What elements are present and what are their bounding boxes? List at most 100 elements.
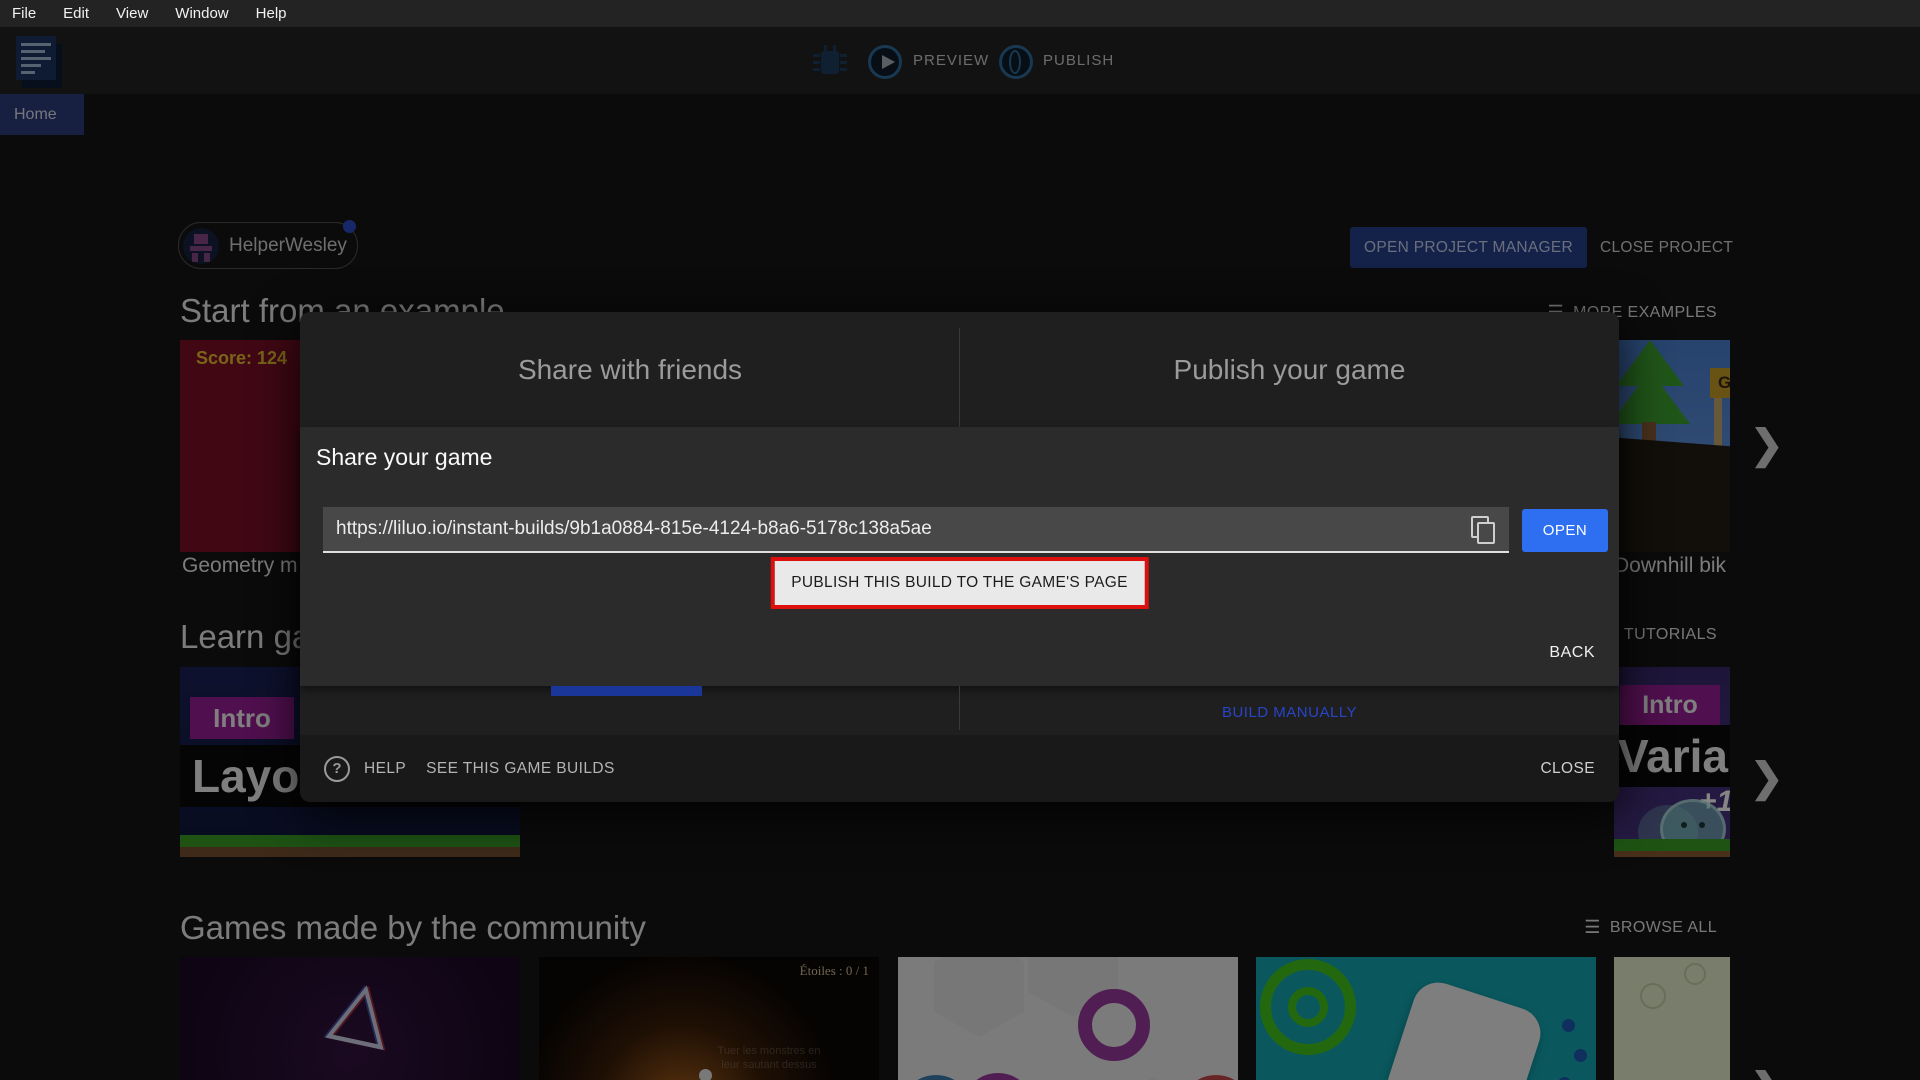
community-card-neon[interactable]: △ ◇ <box>180 957 520 1080</box>
help-icon[interactable]: ? <box>324 755 350 782</box>
avatar-pixel <box>194 233 208 244</box>
grass-strip <box>1614 839 1730 851</box>
triangle-shape: △ <box>323 958 401 1058</box>
close-dialog-button[interactable]: CLOSE <box>1540 760 1595 778</box>
tab-home-label: Home <box>14 105 57 123</box>
purple-ring <box>1078 989 1150 1061</box>
menu-help[interactable]: Help <box>256 5 287 22</box>
close-project-button[interactable]: CLOSE PROJECT <box>1600 227 1733 268</box>
avatar <box>183 227 219 264</box>
list-icon: ☰ <box>1584 917 1601 937</box>
bug-leg <box>813 61 820 64</box>
copy-icon-front <box>1477 522 1495 544</box>
avatar-pixel <box>204 252 210 262</box>
bug-body <box>821 51 839 74</box>
scroll-right-chevron-icon[interactable]: ❯ <box>1750 422 1784 468</box>
white-square <box>1380 975 1548 1080</box>
menu-edit[interactable]: Edit <box>63 5 89 22</box>
score-label: Score: 124 <box>196 348 288 368</box>
project-manager-icon[interactable] <box>16 36 68 90</box>
pm-icon-front <box>16 36 56 80</box>
red-ring <box>1180 1075 1238 1080</box>
gdevelop-window: File Edit View Window Help PREVIEW PUBLI… <box>0 0 1920 1080</box>
globe-icon[interactable] <box>999 45 1033 79</box>
menubar: File Edit View Window Help <box>0 0 1920 27</box>
learn-card-variables[interactable]: Intro Variab +1 <box>1614 667 1730 857</box>
bug-leg <box>840 68 847 71</box>
bug-leg <box>840 54 847 57</box>
notification-dot <box>343 220 356 233</box>
avatar-pixel <box>192 252 198 262</box>
menu-view[interactable]: View <box>116 5 148 22</box>
hint-text: Tuer les monstres en <box>717 1045 821 1057</box>
tab-publish-label: Publish your game <box>1173 353 1406 385</box>
pm-line <box>21 71 35 74</box>
publish-button[interactable]: PUBLISH <box>1043 52 1114 69</box>
green-ring <box>1288 987 1328 1027</box>
variables-word: Variab <box>1614 725 1730 787</box>
menu-file[interactable]: File <box>12 5 36 22</box>
bug-leg <box>840 61 847 64</box>
help-button[interactable]: HELP <box>364 760 406 778</box>
tab-home[interactable]: Home <box>0 94 84 135</box>
community-card-hexrings[interactable] <box>898 957 1238 1080</box>
ghost-eye <box>1681 822 1687 828</box>
dirt-strip <box>180 847 520 857</box>
build-url-text: https://liluo.io/instant-builds/9b1a0884… <box>336 518 932 539</box>
tutorials-label: TUTORIALS <box>1623 625 1717 643</box>
dirt-strip <box>1614 851 1730 857</box>
open-build-button[interactable]: OPEN <box>1522 509 1608 552</box>
grass-strip <box>180 835 520 847</box>
scroll-right-chevron-icon[interactable]: ❯ <box>1750 755 1784 801</box>
play-icon[interactable] <box>868 45 902 79</box>
see-builds-button[interactable]: SEE THIS GAME BUILDS <box>426 760 615 778</box>
example-caption: Geometry m <box>182 554 298 577</box>
browse-all-label: BROWSE ALL <box>1609 918 1717 936</box>
debug-icon[interactable] <box>813 43 847 79</box>
tab-publish-your-game[interactable]: Publish your game <box>960 312 1619 427</box>
community-card-dots[interactable] <box>1614 957 1730 1080</box>
learn-section-title: Learn ga <box>180 618 311 655</box>
bug-leg <box>813 54 820 57</box>
community-section-title: Games made by the community <box>180 909 646 946</box>
community-card-teal[interactable] <box>1256 957 1596 1080</box>
browse-all-button[interactable]: ☰ BROWSE ALL <box>1584 917 1717 938</box>
share-game-dialog: Share with friends Publish your game Sha… <box>300 312 1619 802</box>
copy-icon[interactable] <box>1471 516 1495 544</box>
preview-button[interactable]: PREVIEW <box>913 52 989 69</box>
intro-tag: Intro <box>1620 685 1720 725</box>
pm-line <box>21 50 45 53</box>
example-caption: Downhill bik <box>1614 554 1727 577</box>
pm-line <box>21 43 51 46</box>
bug-leg <box>813 68 820 71</box>
publish-build-button[interactable]: PUBLISH THIS BUILD TO THE GAME'S PAGE <box>774 561 1145 605</box>
avatar-pixel <box>190 245 212 251</box>
pm-line <box>21 64 41 67</box>
blue-dot <box>1574 1049 1587 1062</box>
back-button[interactable]: BACK <box>1549 644 1595 662</box>
scroll-right-chevron-icon[interactable]: ❯ <box>1750 1065 1784 1080</box>
build-url-field[interactable]: https://liluo.io/instant-builds/9b1a0884… <box>323 507 1509 553</box>
user-chip[interactable]: HelperWesley <box>178 220 358 269</box>
red-highlight-box: PUBLISH THIS BUILD TO THE GAME'S PAGE <box>770 557 1149 609</box>
menu-window[interactable]: Window <box>175 5 228 22</box>
tab-share-label: Share with friends <box>517 353 743 385</box>
intro-tag: Intro <box>190 697 294 739</box>
example-card-downhill[interactable]: G <box>1614 340 1730 552</box>
bug-antenna <box>824 45 827 51</box>
build-manually-link[interactable]: BUILD MANUALLY <box>960 704 1619 721</box>
bug-antenna <box>833 45 836 51</box>
blue-dot <box>1562 1019 1575 1032</box>
panel-title: Share your game <box>316 444 493 470</box>
pm-line <box>21 57 51 60</box>
community-card-night[interactable]: Étoiles : 0 / 1 Tuer les monstres en leu… <box>539 957 879 1080</box>
outline-dot <box>1684 963 1706 985</box>
sign-flag: G <box>1710 368 1730 398</box>
open-project-manager-button[interactable]: OPEN PROJECT MANAGER <box>1350 227 1587 268</box>
ghost-eye <box>1699 822 1705 828</box>
purple-ring <box>962 1073 1034 1080</box>
pine-tree-shape <box>1614 370 1690 424</box>
hexagon-shape <box>934 957 1024 1037</box>
tab-share-with-friends[interactable]: Share with friends <box>300 312 960 427</box>
diamond-shape: ◇ <box>241 1062 299 1080</box>
